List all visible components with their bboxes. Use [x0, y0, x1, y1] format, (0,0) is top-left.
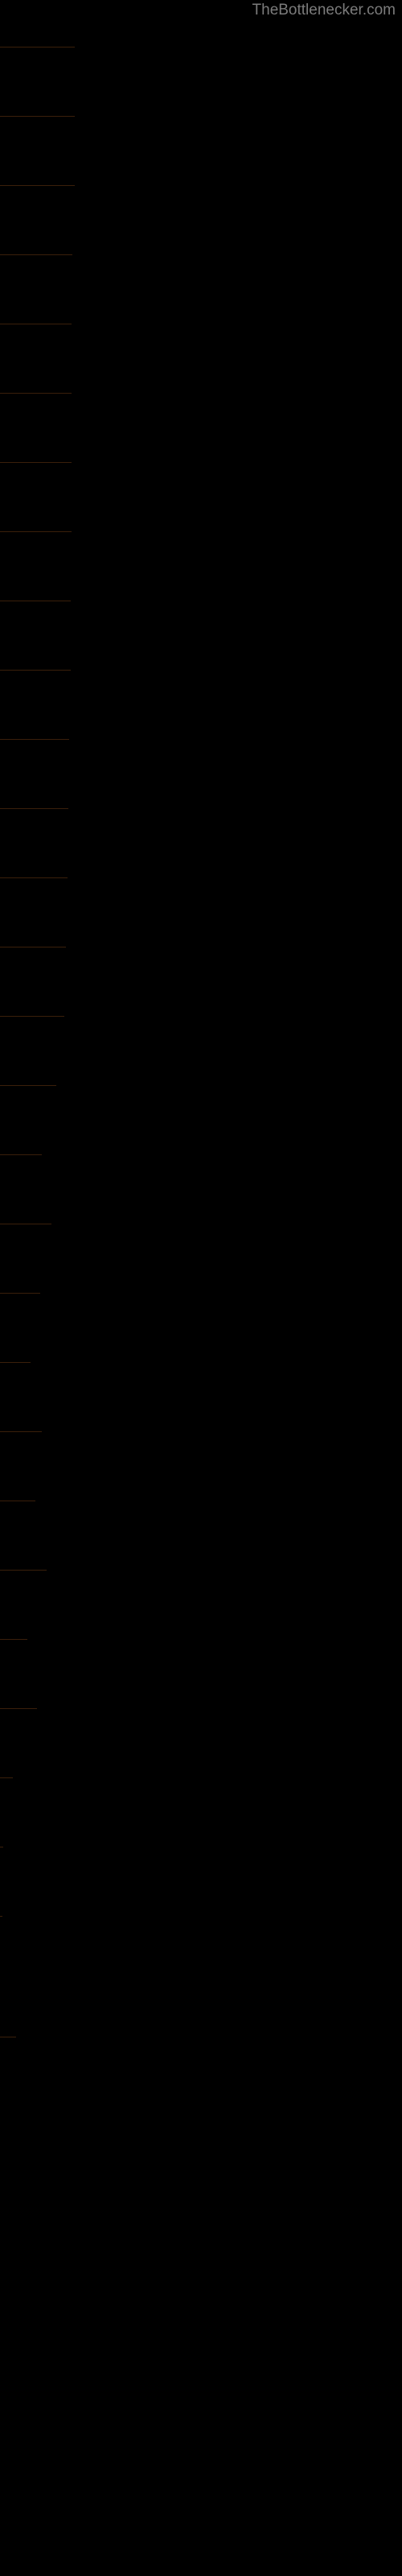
bar-segment[interactable]: Bottleneck result	[0, 185, 75, 210]
bar-segment[interactable]: Bottleneck result	[0, 1708, 37, 1733]
bar-segment[interactable]: Bottleneck result	[0, 462, 72, 487]
bar-segment[interactable]: Bottleneck result	[0, 1293, 40, 1318]
bar-label: Bottleneck result	[3, 1300, 40, 1312]
bar-segment[interactable]: Bottleneck result	[0, 670, 71, 695]
bar-segment[interactable]: Bottleneck result	[0, 1224, 51, 1249]
bar-segment[interactable]: Bottleneck result	[0, 601, 71, 625]
bar-segment[interactable]: Bottleneck result	[0, 1570, 47, 1595]
bar-label: Bottleneck result	[3, 1092, 56, 1104]
bar-label: Bottleneck result	[3, 1023, 64, 1035]
bar-label: Bottleneck result	[3, 123, 75, 135]
bar-segment[interactable]: Bottleneck result	[0, 947, 66, 972]
bar-label: Bottleneck result	[3, 1715, 37, 1728]
bar-label: Bottleneck result	[3, 54, 75, 66]
bottleneck-bar-chart: Bottleneck result Bottleneck result Bottle…	[0, 0, 402, 2576]
bar-label: Bottleneck result	[3, 1369, 31, 1381]
bar-segment[interactable]: Bottleneck result	[0, 1847, 3, 1872]
bar-segment[interactable]: Bottleneck result	[0, 254, 72, 279]
bar-label: Bottleneck result	[3, 1162, 42, 1174]
bar-label: Bottleneck result	[3, 400, 72, 412]
bar-label: Bottleneck result	[3, 1439, 42, 1451]
bar-segment[interactable]: Bottleneck result	[0, 1639, 27, 1664]
bar-segment[interactable]: Bottleneck result	[0, 1501, 35, 1525]
bar-label: Bottleneck result	[3, 469, 72, 481]
bar-label: Bottleneck result	[3, 331, 72, 343]
bar-label: Bottleneck result	[3, 608, 71, 620]
bar-segment[interactable]: Bottleneck result	[0, 808, 68, 833]
bar-segment[interactable]: Bottleneck result	[0, 2037, 16, 2062]
bar-label: Bottleneck result	[3, 815, 68, 828]
bar-segment[interactable]: Bottleneck result	[0, 1016, 64, 1041]
bar-segment[interactable]: Bottleneck result	[0, 1916, 2, 1941]
bar-label: Bottleneck result	[3, 1577, 47, 1589]
bar-segment[interactable]: Bottleneck result	[0, 531, 72, 556]
bar-segment[interactable]: Bottleneck result	[0, 1777, 13, 1802]
bar-label: Bottleneck result	[3, 1646, 27, 1658]
bar-label: Bottleneck result	[3, 1785, 13, 1797]
bar-label: Bottleneck result	[3, 192, 75, 204]
bar-segment[interactable]: Bottleneck result	[0, 1362, 31, 1387]
bar-label: Bottleneck result	[3, 746, 69, 758]
bar-segment[interactable]: Bottleneck result	[0, 877, 68, 902]
bar-label: Bottleneck result	[3, 539, 72, 551]
bar-segment[interactable]: Bottleneck result	[0, 47, 75, 72]
bar-segment[interactable]: Bottleneck result	[0, 1154, 42, 1179]
bar-segment[interactable]: Bottleneck result	[0, 739, 69, 764]
bar-label: Bottleneck result	[3, 262, 72, 274]
bar-label: Bottleneck result	[3, 2044, 16, 2056]
bar-label: Bottleneck result	[3, 1231, 51, 1243]
bar-label: Bottleneck result	[3, 677, 71, 689]
bar-segment[interactable]: Bottleneck result	[0, 116, 75, 141]
bar-segment[interactable]: Bottleneck result	[0, 1085, 56, 1110]
bar-label: Bottleneck result	[3, 1508, 35, 1520]
bar-segment[interactable]: Bottleneck result	[0, 393, 72, 418]
bar-label: Bottleneck result	[3, 954, 66, 966]
bar-label: Bottleneck result	[3, 885, 68, 897]
bar-segment[interactable]: Bottleneck result	[0, 1431, 42, 1456]
bar-segment[interactable]: Bottleneck result	[0, 324, 72, 349]
